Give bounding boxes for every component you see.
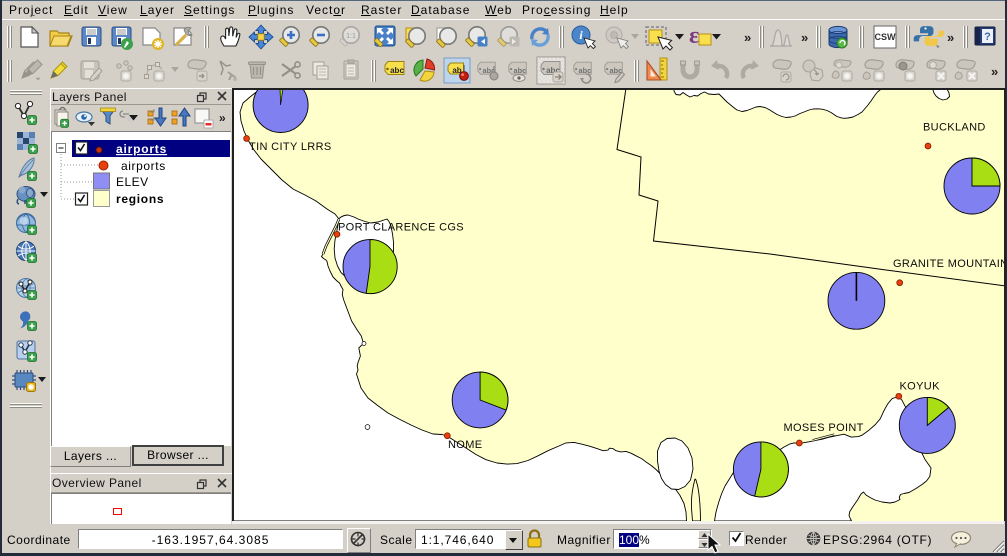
svg-text:PORT CLARENCE CGS: PORT CLARENCE CGS	[338, 222, 464, 234]
svg-text:ELEV: ELEV	[116, 175, 149, 189]
svg-text:NOME: NOME	[448, 439, 482, 451]
svg-text:ε: ε	[689, 23, 699, 49]
svg-text:regions: regions	[116, 192, 164, 206]
svg-text:?: ?	[984, 31, 991, 43]
svg-text:TIN CITY LRRS: TIN CITY LRRS	[249, 141, 332, 153]
svg-text:MOSES POINT: MOSES POINT	[784, 422, 864, 434]
svg-text:CSW: CSW	[875, 32, 897, 42]
svg-text:airports: airports	[116, 142, 167, 156]
svg-text:1:1: 1:1	[346, 33, 356, 40]
svg-text:»: »	[219, 111, 226, 125]
svg-text:GRANITE MOUNTAIN: GRANITE MOUNTAIN	[893, 258, 1004, 270]
svg-text:BUCKLAND: BUCKLAND	[923, 122, 986, 134]
svg-text:airports: airports	[121, 159, 166, 173]
svg-text:KOYUK: KOYUK	[900, 381, 941, 393]
